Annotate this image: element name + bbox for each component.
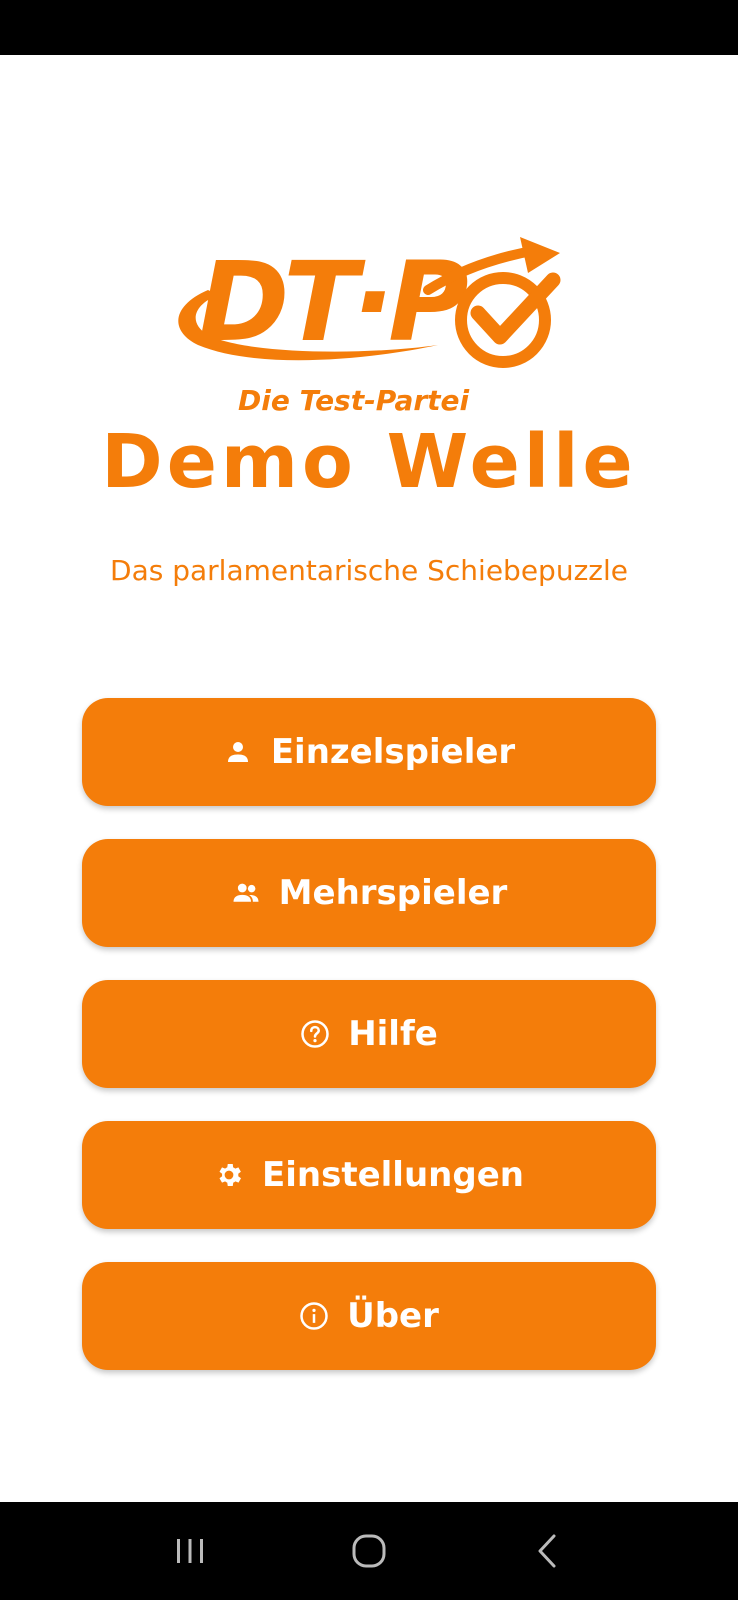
logo-letters: DT·P [198,238,468,366]
single-player-button[interactable]: Einzelspieler [82,698,656,806]
home-icon [352,1534,386,1568]
gear-icon [214,1160,244,1190]
help-label: Hilfe [348,1014,438,1054]
home-button[interactable] [339,1521,399,1581]
about-button[interactable]: Über [82,1262,656,1370]
app-title: Demo Welle [101,419,637,505]
recent-apps-icon [176,1539,203,1563]
back-button[interactable] [518,1521,578,1581]
party-logo: DT·P Die Test-Partei [168,195,570,425]
help-button[interactable]: Hilfe [82,980,656,1088]
people-icon [231,878,261,908]
system-nav-bar [0,1502,738,1600]
person-icon [223,737,253,767]
multiplayer-button[interactable]: Mehrspieler [82,839,656,947]
recent-apps-button[interactable] [160,1521,220,1581]
main-menu: Einzelspieler Mehrspieler Hilfe Einstell… [82,698,656,1403]
help-icon [300,1019,330,1049]
status-bar [0,0,738,55]
info-icon [299,1301,329,1331]
about-label: Über [347,1296,439,1336]
back-icon [538,1534,556,1568]
app-subtitle: Das parlamentarische Schiebepuzzle [110,554,628,587]
main-screen: DT·P Die Test-Partei Demo Welle Das parl… [0,55,738,1502]
settings-button[interactable]: Einstellungen [82,1121,656,1229]
settings-label: Einstellungen [262,1155,524,1195]
logo-tagline: Die Test-Partei [238,384,470,417]
single-player-label: Einzelspieler [270,732,516,772]
multiplayer-label: Mehrspieler [278,873,508,913]
